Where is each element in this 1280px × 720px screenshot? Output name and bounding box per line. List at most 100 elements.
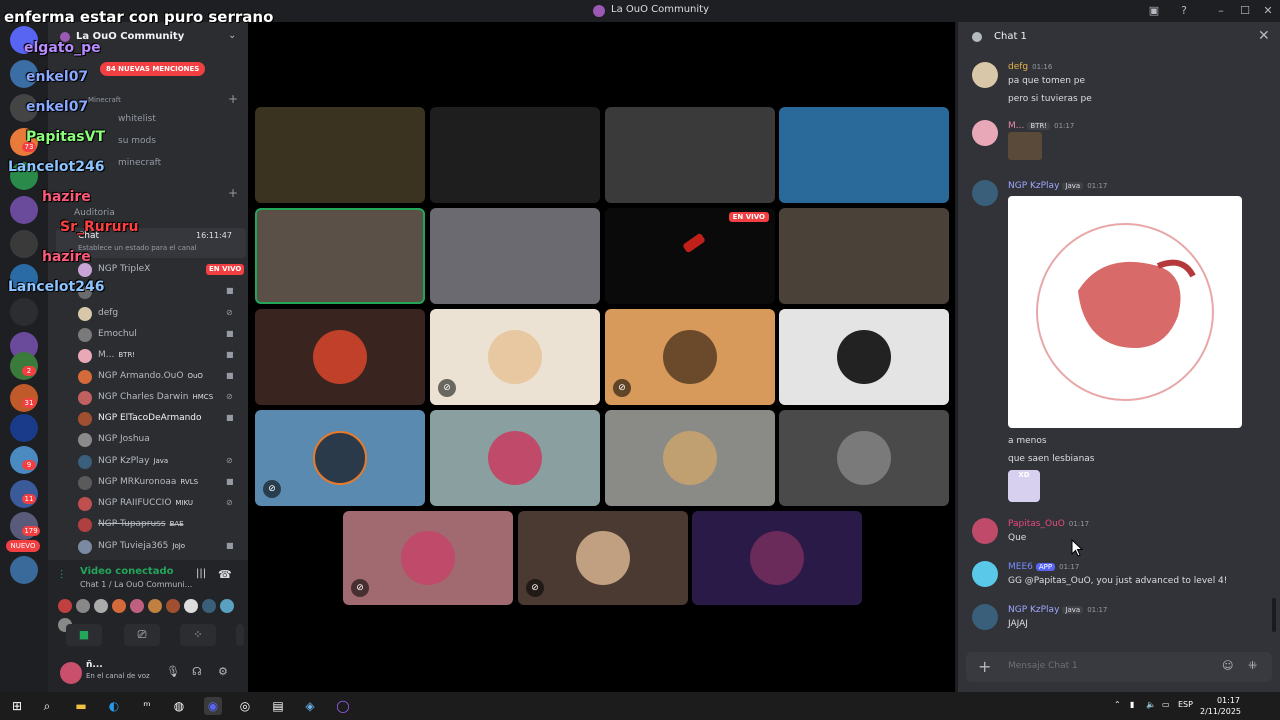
avatar[interactable] <box>112 599 126 613</box>
taskbar-clock[interactable]: 01:17 2/11/2025 <box>1200 695 1241 717</box>
language-indicator[interactable]: ESP <box>1178 700 1193 709</box>
voice-member[interactable]: NGP Tuvieja365 JoJo ■ <box>56 539 246 555</box>
author-name[interactable]: MEE6 <box>1008 562 1033 572</box>
avatar[interactable] <box>972 120 998 146</box>
avatar[interactable] <box>184 599 198 613</box>
microphone-icon[interactable]: 🎙 <box>166 665 180 678</box>
headphones-icon[interactable]: ☊ <box>192 665 202 678</box>
message-composer[interactable]: + Mensaje Chat 1 ☺ ⁜ <box>966 652 1272 682</box>
chat-scrollbar[interactable] <box>1272 598 1276 632</box>
add-channel-button[interactable]: + <box>228 186 238 200</box>
steam-icon[interactable]: ◈ <box>301 697 319 715</box>
author-name[interactable]: M... <box>1008 121 1024 131</box>
video-tile[interactable] <box>779 107 949 203</box>
channel-whitelist[interactable]: whitelist <box>118 114 156 124</box>
author-name[interactable]: NGP KzPlay <box>1008 181 1059 191</box>
obs-icon[interactable]: ◎ <box>236 697 254 715</box>
volume-icon[interactable]: 🔈 <box>1146 700 1156 709</box>
avatar[interactable] <box>94 599 108 613</box>
avatar[interactable] <box>220 599 234 613</box>
author-name[interactable]: NGP KzPlay <box>1008 605 1059 615</box>
video-tile[interactable] <box>255 107 425 203</box>
avatar[interactable] <box>130 599 144 613</box>
avatar[interactable] <box>76 599 90 613</box>
file-explorer-icon[interactable]: ▬ <box>72 697 90 715</box>
microphone-tray-icon[interactable]: ▮ <box>1130 700 1134 709</box>
video-tile[interactable] <box>779 208 949 304</box>
app-icon[interactable]: ◯ <box>334 697 352 715</box>
edge-icon[interactable]: ◐ <box>105 697 123 715</box>
voice-member[interactable]: NGP MRKuronoaa RVLS ■ <box>56 475 246 491</box>
server-icon[interactable] <box>10 196 38 224</box>
screen-share-button[interactable]: ⎚ <box>124 624 160 646</box>
avatar[interactable] <box>972 62 998 88</box>
noise-suppression-icon[interactable]: ||| <box>196 568 206 579</box>
avatar-tile[interactable] <box>255 309 425 405</box>
add-channel-button[interactable]: + <box>228 92 238 106</box>
chevron-down-icon[interactable]: ⌄ <box>228 30 236 41</box>
avatar-tile[interactable] <box>779 410 949 506</box>
network-icon[interactable]: ▭ <box>1162 700 1170 709</box>
channel-minecraft[interactable]: minecraft <box>118 158 161 168</box>
soundboard-button[interactable] <box>236 624 244 646</box>
attached-image-jamon[interactable] <box>1008 196 1242 428</box>
voice-member[interactable]: NGP Charles Darwin HMCS ⊘ <box>56 390 246 406</box>
voice-member[interactable]: NGP Armando.OuO OuO ■ <box>56 369 246 385</box>
voice-member[interactable]: NGP Tupapruss BAE <box>56 517 246 533</box>
avatar[interactable] <box>148 599 162 613</box>
close-window-button[interactable]: ✕ <box>1260 3 1276 19</box>
attach-plus-icon[interactable]: + <box>978 657 991 676</box>
help-icon[interactable]: ? <box>1176 3 1192 19</box>
voice-member[interactable]: M... BTR! ■ <box>56 348 246 364</box>
discord-taskbar-icon[interactable]: ◉ <box>204 697 222 715</box>
inbox-icon[interactable]: ▣ <box>1146 3 1162 19</box>
close-icon[interactable]: ✕ <box>1258 28 1270 44</box>
author-name[interactable]: Papitas_OuO <box>1008 519 1065 529</box>
avatar[interactable] <box>202 599 216 613</box>
voice-member[interactable]: NGP Joshua <box>56 432 246 448</box>
channel-mods[interactable]: su mods <box>118 136 156 146</box>
video-tile-speaking[interactable] <box>255 208 425 304</box>
avatar[interactable] <box>60 662 82 684</box>
avatar[interactable] <box>972 561 998 587</box>
server-icon[interactable] <box>10 230 38 258</box>
minimize-button[interactable]: – <box>1213 3 1229 19</box>
avatar-tile[interactable]: ⊘ <box>518 511 688 605</box>
composer-placeholder[interactable]: Mensaje Chat 1 <box>1008 661 1078 671</box>
channel-status[interactable]: Establece un estado para el canal <box>78 244 197 252</box>
avatar[interactable] <box>972 180 998 206</box>
app-icon[interactable]: ᵐ <box>138 697 156 715</box>
signal-icon[interactable]: ⫶ <box>60 568 63 583</box>
avatar-tile[interactable] <box>692 511 862 605</box>
channel-auditoria[interactable]: Auditoria <box>74 208 115 218</box>
voice-member[interactable]: Emochul ■ <box>56 327 246 343</box>
disconnect-icon[interactable]: ☎ <box>218 568 232 581</box>
avatar-tile[interactable] <box>430 410 600 506</box>
activities-button[interactable]: ⁘ <box>180 624 216 646</box>
video-tile[interactable] <box>430 107 600 203</box>
settings-gear-icon[interactable]: ⚙ <box>218 665 228 678</box>
voice-location[interactable]: Chat 1 / La OuO Communi... <box>80 580 192 589</box>
voice-status[interactable]: Video conectado <box>80 566 173 577</box>
voice-member[interactable]: defg ⊘ <box>56 306 246 322</box>
windows-start-icon[interactable]: ⊞ <box>8 697 26 715</box>
avatar-tile[interactable] <box>605 410 775 506</box>
apps-icon[interactable]: ⁜ <box>1248 659 1257 672</box>
tray-chevron-icon[interactable]: ⌃ <box>1114 700 1121 709</box>
avatar-tile[interactable]: ⊘ <box>343 511 513 605</box>
new-mentions-pill[interactable]: 84 NUEVAS MENCIONES <box>100 62 206 76</box>
avatar[interactable] <box>972 604 998 630</box>
search-icon[interactable]: ⌕ <box>38 697 56 715</box>
app-icon[interactable]: ▤ <box>269 697 287 715</box>
voice-member[interactable]: NGP KzPlay Java ⊘ <box>56 454 246 470</box>
video-tile[interactable] <box>605 107 775 203</box>
avatar-tile[interactable]: ⊘ <box>255 410 425 506</box>
server-icon[interactable] <box>10 414 38 442</box>
attached-image[interactable] <box>1008 132 1042 160</box>
user-name[interactable]: ñ... <box>86 660 103 670</box>
video-tile[interactable] <box>430 208 600 304</box>
server-icon[interactable] <box>10 556 38 584</box>
xd-sticker[interactable]: XD <box>1008 470 1040 502</box>
avatar-tile[interactable]: ⊘ <box>430 309 600 405</box>
avatar-tile[interactable]: ⊘ <box>605 309 775 405</box>
